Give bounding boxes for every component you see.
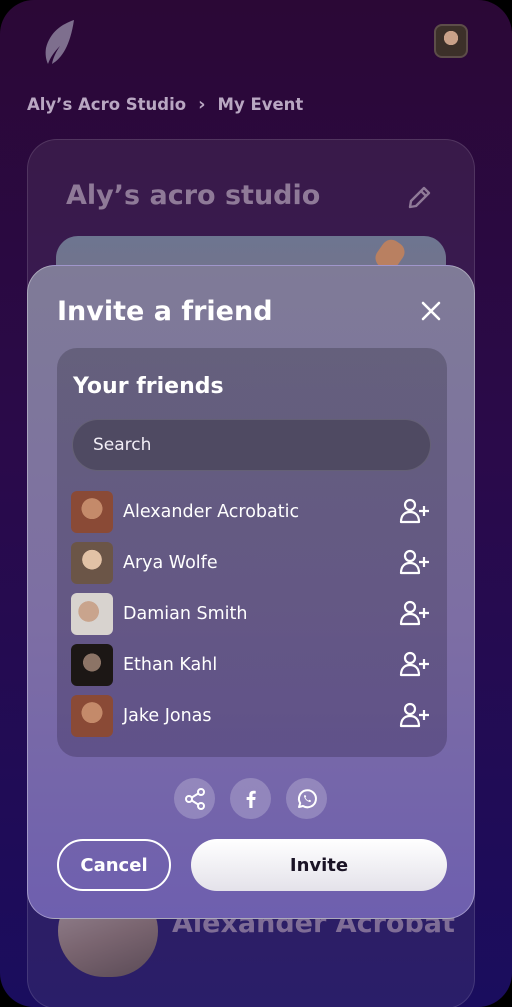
friend-avatar [71,592,113,635]
close-icon[interactable] [416,296,446,326]
share-icon [184,787,205,810]
share-button[interactable] [174,778,215,819]
friend-row: Arya Wolfe [71,537,431,588]
add-friend-icon[interactable] [399,702,429,728]
app-screen: Aly’s Acro Studio › My Event Aly’s acro … [0,0,512,1007]
user-avatar[interactable] [434,24,468,58]
facebook-icon [246,790,256,808]
breadcrumb: Aly’s Acro Studio › My Event [27,94,303,115]
friend-name: Ethan Kahl [123,654,218,675]
friends-panel: Your friends Alexander Acrobatic Arya Wo… [57,348,447,757]
whatsapp-button[interactable] [286,778,327,819]
friend-avatar [71,490,113,533]
modal-title: Invite a friend [57,296,273,327]
whatsapp-icon [297,788,317,808]
add-friend-icon[interactable] [399,498,429,524]
add-friend-icon[interactable] [399,600,429,626]
search-input[interactable] [72,419,431,471]
friend-name: Jake Jonas [123,705,212,726]
friend-avatar [71,643,113,686]
friend-name: Alexander Acrobatic [123,501,300,522]
friend-row: Alexander Acrobatic [71,486,431,537]
feather-logo-icon[interactable] [40,18,80,66]
friend-avatar [71,694,113,737]
friend-name: Arya Wolfe [123,552,218,573]
friend-row: Jake Jonas [71,690,431,741]
friend-row: Damian Smith [71,588,431,639]
chevron-right-icon: › [198,94,206,115]
friend-avatar [71,541,113,584]
breadcrumb-event[interactable]: My Event [218,95,304,114]
facebook-button[interactable] [230,778,271,819]
add-friend-icon[interactable] [399,651,429,677]
pencil-icon[interactable] [406,183,434,211]
friend-name: Damian Smith [123,603,248,624]
friends-heading: Your friends [73,374,224,399]
cancel-button[interactable]: Cancel [57,839,171,891]
friend-row: Ethan Kahl [71,639,431,690]
friend-list: Alexander Acrobatic Arya Wolfe Damian Sm… [71,486,431,741]
share-options [174,778,327,819]
studio-title: Aly’s acro studio [66,180,321,211]
breadcrumb-studio[interactable]: Aly’s Acro Studio [27,95,186,114]
add-friend-icon[interactable] [399,549,429,575]
invite-modal: Invite a friend Your friends Alexander A… [27,265,475,919]
invite-button[interactable]: Invite [191,839,447,891]
